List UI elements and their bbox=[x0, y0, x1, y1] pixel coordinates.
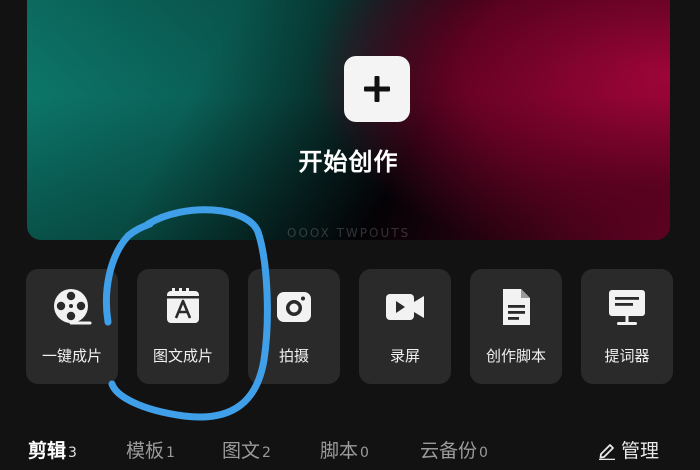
tab-count: 2 bbox=[262, 445, 271, 461]
tool-screen-record[interactable]: 录屏 bbox=[359, 269, 451, 384]
teleprompter-icon bbox=[609, 290, 645, 325]
tool-label: 提词器 bbox=[604, 347, 650, 365]
tab-label: 脚本 bbox=[320, 440, 359, 462]
tool-image-text-video[interactable]: 图文成片 bbox=[137, 269, 229, 384]
tab-label: 模板 bbox=[126, 440, 165, 462]
tool-creation-script[interactable]: 创作脚本 bbox=[470, 269, 562, 384]
tool-teleprompter[interactable]: 提词器 bbox=[581, 269, 673, 384]
start-creation-label: 开始创作 bbox=[298, 148, 399, 176]
create-plus-button[interactable] bbox=[344, 56, 410, 122]
tab-count: 1 bbox=[166, 445, 175, 461]
tab-label: 图文 bbox=[222, 440, 261, 462]
start-creation-card[interactable]: 开始创作 OOOX TWPOUTS bbox=[27, 0, 670, 240]
camera-icon bbox=[277, 292, 311, 322]
tab-count: 0 bbox=[360, 445, 369, 461]
tool-label: 录屏 bbox=[389, 347, 420, 365]
tab-count: 0 bbox=[479, 445, 488, 461]
tab-edit[interactable]: 剪辑 3 bbox=[28, 436, 77, 463]
tab-script[interactable]: 脚本 0 bbox=[320, 436, 369, 463]
tool-label: 一键成片 bbox=[41, 347, 102, 365]
tab-count: 3 bbox=[68, 445, 77, 461]
tab-label: 云备份 bbox=[420, 440, 478, 462]
script-document-icon bbox=[503, 289, 530, 325]
manage-button[interactable]: 管理 bbox=[597, 436, 659, 463]
tool-one-click-video[interactable]: 一键成片 bbox=[26, 269, 118, 384]
tab-cloud-backup[interactable]: 云备份 0 bbox=[420, 436, 488, 463]
text-image-icon bbox=[167, 288, 199, 323]
film-reel-icon bbox=[54, 289, 92, 325]
tool-label: 图文成片 bbox=[152, 347, 213, 365]
content-tabs: 剪辑 3 模板 1 图文 2 脚本 0 云备份 0 管理 bbox=[0, 430, 700, 470]
tab-template[interactable]: 模板 1 bbox=[126, 436, 175, 463]
tool-label: 创作脚本 bbox=[485, 347, 546, 365]
tool-label: 拍摄 bbox=[278, 347, 309, 365]
manage-label: 管理 bbox=[621, 440, 660, 462]
tool-shoot[interactable]: 拍摄 bbox=[248, 269, 340, 384]
screen-record-icon bbox=[386, 294, 424, 320]
plus-icon bbox=[364, 76, 390, 102]
watermark-text: OOOX TWPOUTS bbox=[287, 226, 411, 240]
pencil-edit-icon bbox=[599, 444, 615, 461]
tab-label: 剪辑 bbox=[28, 440, 67, 462]
tab-image-text[interactable]: 图文 2 bbox=[222, 436, 271, 463]
